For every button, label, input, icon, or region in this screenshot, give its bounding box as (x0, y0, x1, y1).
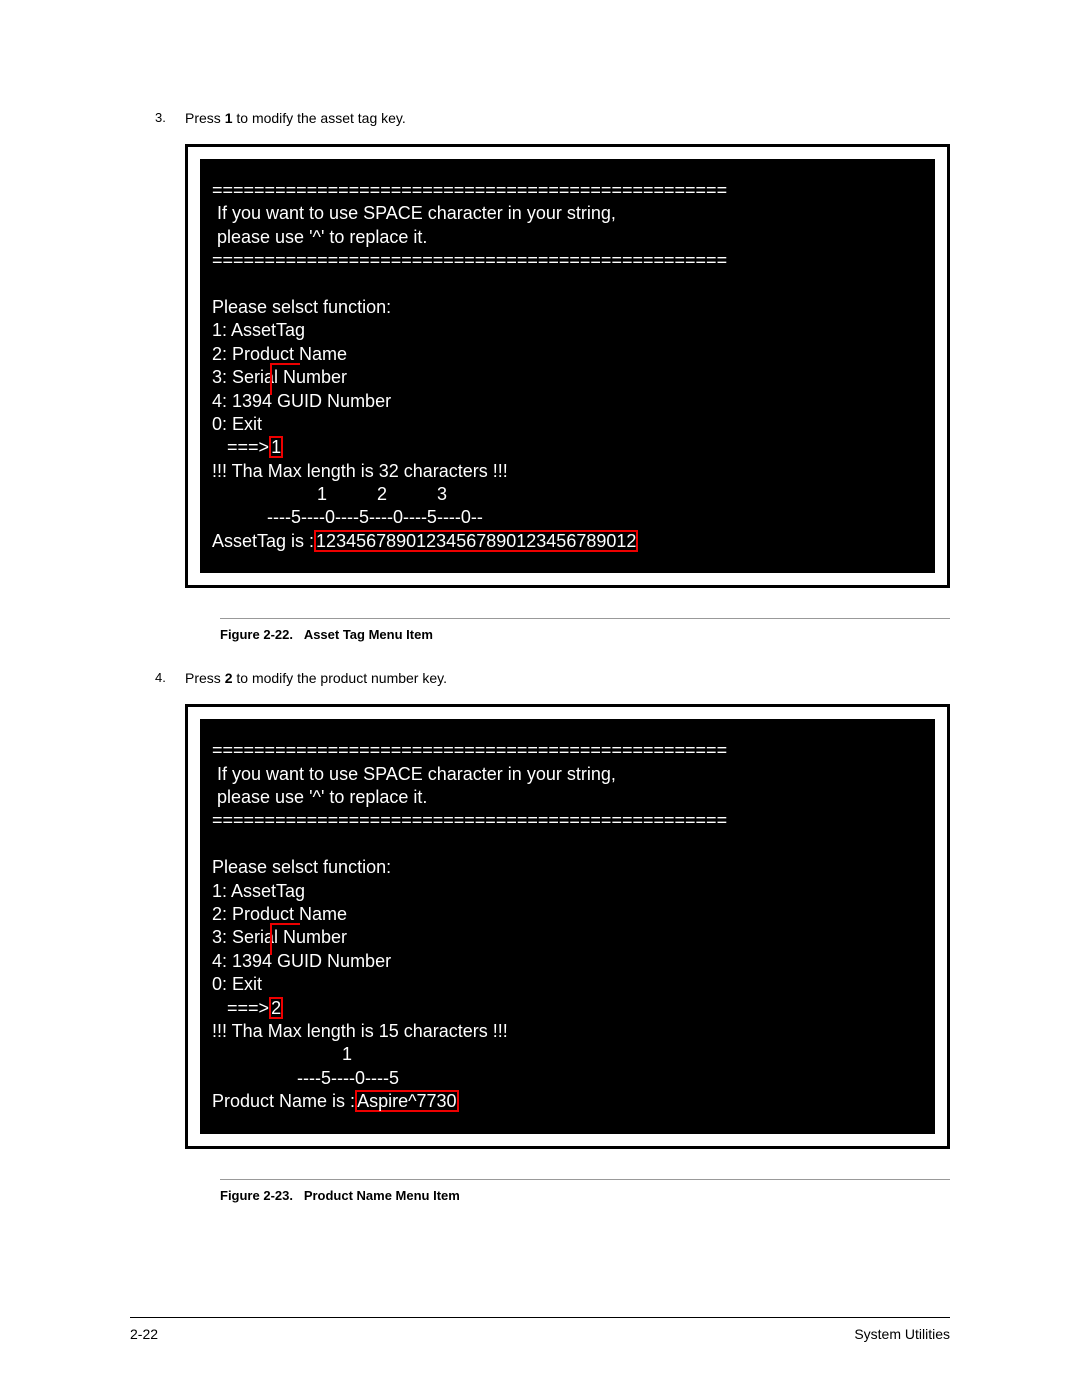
scale-marks: ----5----0----5----0----5----0-- (212, 507, 483, 527)
menu-option-4: 4: 1394 GUID Number (212, 951, 391, 971)
result-label: AssetTag is : (212, 531, 314, 551)
divider: ========================================… (212, 250, 727, 270)
function-prompt: Please selsct function: (212, 857, 391, 877)
terminal-1-frame: ========================================… (185, 144, 950, 588)
step-4: 4. Press 2 to modify the product number … (155, 670, 950, 686)
prompt-arrow: ===> (212, 998, 269, 1018)
step-3-text: Press 1 to modify the asset tag key. (185, 110, 406, 126)
step-4-text: Press 2 to modify the product number key… (185, 670, 447, 686)
menu-option-1: 1: AssetTag (212, 320, 305, 340)
notice-line: please use '^' to replace it. (212, 787, 427, 807)
exit-arrow-highlight (270, 923, 300, 955)
asset-tag-value-highlight: 12345678901234567890123456789012 (314, 530, 638, 552)
page-footer: 2-22 System Utilities (130, 1317, 950, 1342)
function-prompt: Please selsct function: (212, 297, 391, 317)
menu-option-0: 0: Exit (212, 414, 262, 434)
max-length-warning: !!! Tha Max length is 15 characters !!! (212, 1021, 508, 1041)
section-title: System Utilities (854, 1326, 950, 1342)
caption-divider (220, 1179, 950, 1180)
step-4-number: 4. (155, 670, 185, 686)
step-3-number: 3. (155, 110, 185, 126)
menu-option-1: 1: AssetTag (212, 881, 305, 901)
divider: ========================================… (212, 740, 727, 760)
page-number: 2-22 (130, 1326, 158, 1342)
input-highlight: 1 (269, 436, 283, 458)
menu-option-2: 2: Product Name (212, 344, 347, 364)
max-length-warning: !!! Tha Max length is 32 characters !!! (212, 461, 508, 481)
figure-title: Product Name Menu Item (304, 1188, 460, 1203)
divider: ========================================… (212, 810, 727, 830)
terminal-2-frame: ========================================… (185, 704, 950, 1148)
menu-option-0: 0: Exit (212, 974, 262, 994)
product-name-value-highlight: Aspire^7730 (355, 1090, 459, 1112)
prompt-arrow: ===> (212, 437, 269, 457)
step-3: 3. Press 1 to modify the asset tag key. (155, 110, 950, 126)
figure-1-caption: Figure 2-22. Asset Tag Menu Item (220, 618, 950, 642)
scale-numbers: 1 2 3 (212, 484, 447, 504)
figure-title: Asset Tag Menu Item (304, 627, 433, 642)
footer-divider (130, 1317, 950, 1318)
exit-arrow-highlight (270, 363, 300, 395)
notice-line: If you want to use SPACE character in yo… (212, 203, 616, 223)
scale-numbers: 1 (212, 1044, 352, 1064)
menu-option-4: 4: 1394 GUID Number (212, 391, 391, 411)
figure-label: Figure 2-23. (220, 1188, 293, 1203)
notice-line: If you want to use SPACE character in yo… (212, 764, 616, 784)
notice-line: please use '^' to replace it. (212, 227, 427, 247)
input-highlight: 2 (269, 997, 283, 1019)
menu-option-2: 2: Product Name (212, 904, 347, 924)
caption-divider (220, 618, 950, 619)
figure-label: Figure 2-22. (220, 627, 293, 642)
figure-2-caption: Figure 2-23. Product Name Menu Item (220, 1179, 950, 1203)
terminal-1: ========================================… (200, 159, 935, 573)
terminal-2: ========================================… (200, 719, 935, 1133)
result-label: Product Name is : (212, 1091, 355, 1111)
divider: ========================================… (212, 180, 727, 200)
scale-marks: ----5----0----5 (212, 1068, 399, 1088)
